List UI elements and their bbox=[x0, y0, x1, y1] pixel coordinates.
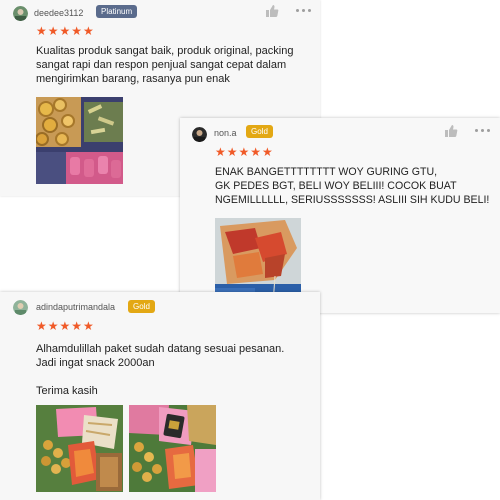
rating-stars: ★★★★★ bbox=[36, 24, 95, 38]
reviewer-username[interactable]: adindaputrimandala bbox=[36, 302, 115, 312]
rating-stars: ★★★★★ bbox=[215, 145, 274, 159]
thumbs-up-icon[interactable] bbox=[444, 124, 458, 138]
reviewer-username[interactable]: non.a bbox=[214, 128, 237, 138]
membership-badge: Gold bbox=[246, 125, 273, 138]
avatar[interactable] bbox=[192, 127, 207, 142]
review-text-line: Alhamdulillah paket sudah datang sesuai … bbox=[36, 343, 285, 355]
avatar[interactable] bbox=[13, 6, 28, 21]
review-text-line bbox=[36, 370, 284, 384]
review-card: adindaputrimandala Gold ★★★★★ Alhamdulil… bbox=[0, 292, 320, 500]
review-text-line: sangat rapi dan respon penjual sangat ce… bbox=[36, 59, 287, 71]
thumbs-up-icon[interactable] bbox=[265, 4, 279, 18]
rating-stars: ★★★★★ bbox=[36, 319, 95, 333]
review-text-line: mengirimkan barang, rasanya pun enak bbox=[36, 73, 230, 85]
review-photo[interactable] bbox=[36, 97, 123, 184]
review-card: non.a Gold ★★★★★ ENAK BANGETTTTTTTT WOY … bbox=[180, 118, 500, 313]
review-text-line: Kualitas produk sangat baik, produk orig… bbox=[36, 45, 294, 57]
review-text-line: NGEMILLLLLL, SERIUSSSSSSS! ASLIII SIH KU… bbox=[215, 194, 490, 206]
more-options-icon[interactable] bbox=[474, 128, 492, 134]
review-text-line: GK PEDES BGT, BELI WOY BELIII! COCOK BUA… bbox=[215, 180, 457, 192]
avatar[interactable] bbox=[13, 300, 28, 315]
review-text-line: ENAK BANGETTTTTTTT WOY GURING GTU, bbox=[215, 166, 438, 178]
review-text: Kualitas produk sangat baik, produk orig… bbox=[36, 44, 293, 86]
membership-badge: Gold bbox=[128, 300, 155, 313]
review-text: Alhamdulillah paket sudah datang sesuai … bbox=[36, 342, 284, 398]
reviewer-username[interactable]: deedee3112 bbox=[34, 8, 83, 18]
review-text-line: Terima kasih bbox=[36, 385, 98, 397]
review-photo[interactable] bbox=[36, 405, 123, 492]
more-options-icon[interactable] bbox=[295, 8, 313, 14]
review-text-line: Jadi ingat snack 2000an bbox=[36, 357, 155, 369]
membership-badge: Platinum bbox=[96, 5, 138, 18]
review-text: ENAK BANGETTTTTTTT WOY GURING GTU, GK PE… bbox=[215, 165, 489, 207]
review-photo[interactable] bbox=[129, 405, 216, 492]
